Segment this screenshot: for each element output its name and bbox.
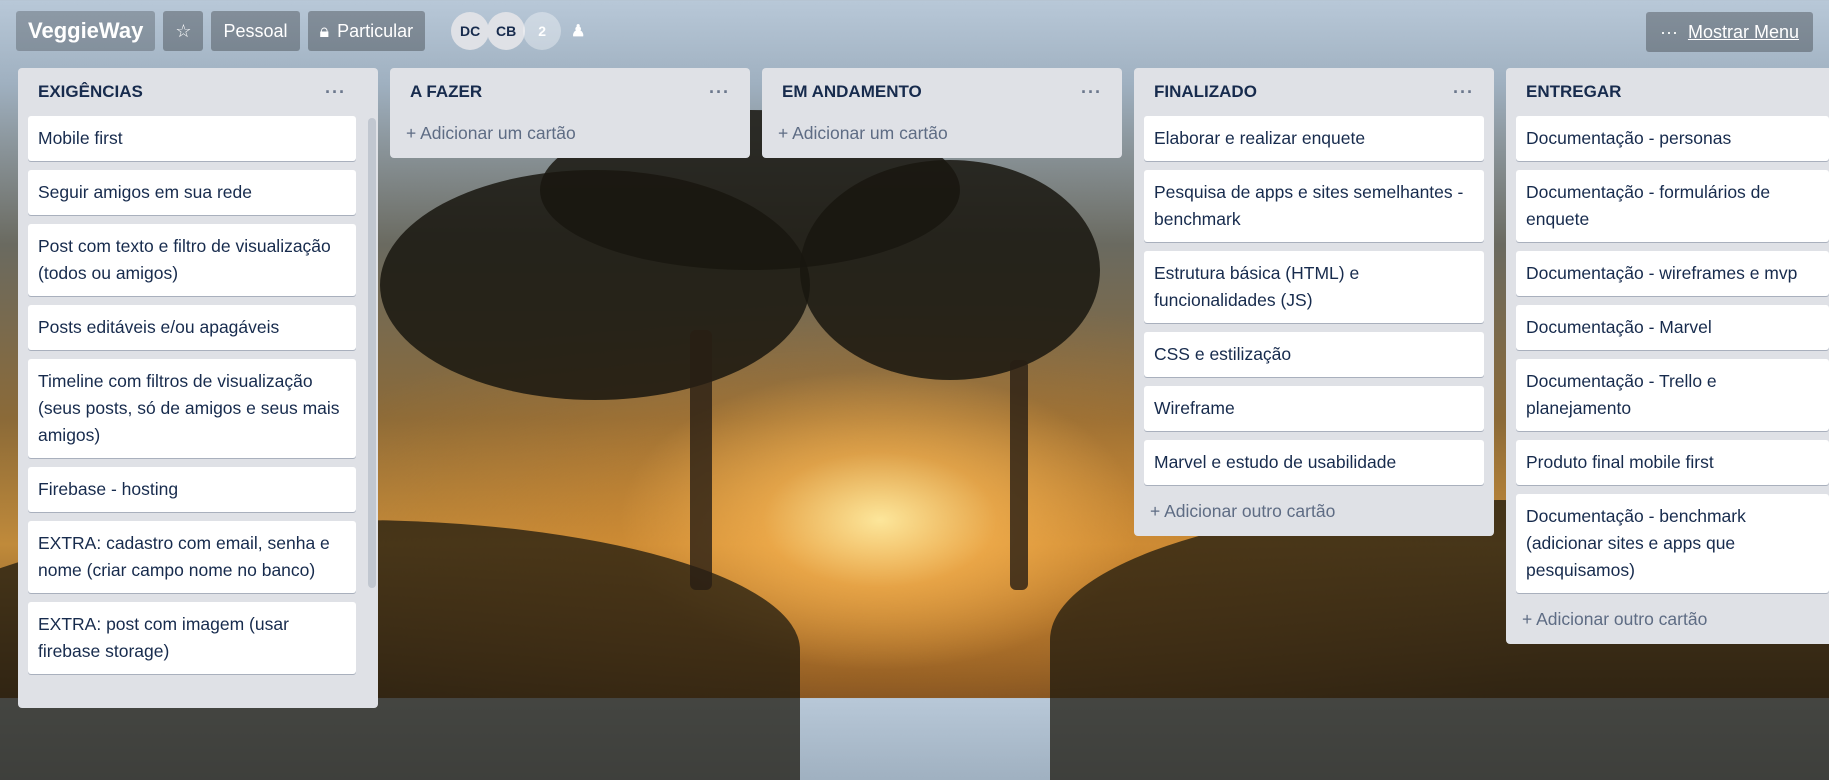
- add-member-icon[interactable]: ♟: [559, 12, 597, 50]
- star-button[interactable]: ☆: [163, 11, 204, 51]
- list-em-andamento: EM ANDAMENTO ··· + Adicionar um cartão: [762, 68, 1122, 158]
- list-title[interactable]: EXIGÊNCIAS: [38, 82, 143, 102]
- visibility-label: Particular: [337, 21, 414, 41]
- card[interactable]: Documentação - formulários de enquete: [1516, 170, 1829, 242]
- list-menu-icon[interactable]: ···: [1453, 82, 1474, 103]
- card[interactable]: Post com texto e filtro de visualização …: [28, 224, 356, 296]
- add-card-button[interactable]: + Adicionar um cartão: [400, 116, 740, 150]
- card[interactable]: Seguir amigos em sua rede: [28, 170, 356, 215]
- list-a-fazer: A FAZER ··· + Adicionar um cartão: [390, 68, 750, 158]
- list-menu-icon[interactable]: ···: [325, 82, 346, 103]
- show-menu-label: Mostrar Menu: [1687, 22, 1799, 42]
- card[interactable]: Wireframe: [1144, 386, 1484, 431]
- member-avatars: DC CB 2 ♟: [451, 12, 595, 50]
- avatar[interactable]: CB: [487, 12, 526, 50]
- list-exigencias: EXIGÊNCIAS ··· Mobile first Seguir amigo…: [18, 68, 378, 708]
- list-title[interactable]: A FAZER: [410, 82, 482, 102]
- list-menu-icon[interactable]: ···: [1081, 82, 1102, 103]
- board-title[interactable]: VeggieWay: [16, 11, 156, 51]
- show-menu-button[interactable]: ··· Mostrar Menu: [1645, 12, 1813, 52]
- team-button[interactable]: Pessoal: [211, 11, 300, 51]
- list-title[interactable]: FINALIZADO: [1154, 82, 1257, 102]
- list-menu-icon[interactable]: ···: [709, 82, 730, 103]
- avatar[interactable]: DC: [451, 12, 490, 50]
- list-entregar: ENTREGAR Documentação - personas Documen…: [1506, 68, 1829, 644]
- member-count-badge[interactable]: 2: [523, 12, 562, 50]
- card[interactable]: Marvel e estudo de usabilidade: [1144, 440, 1484, 485]
- card[interactable]: Elaborar e realizar enquete: [1144, 116, 1484, 161]
- card[interactable]: Documentação - benchmark (adicionar site…: [1516, 494, 1829, 593]
- board-header: VeggieWay ☆ Pessoal 🔒︎ Particular DC CB …: [0, 0, 1829, 62]
- card[interactable]: CSS e estilização: [1144, 332, 1484, 377]
- card[interactable]: Documentação - Marvel: [1516, 305, 1829, 350]
- lock-icon: 🔒︎: [319, 21, 330, 41]
- list-title[interactable]: ENTREGAR: [1526, 82, 1621, 102]
- card[interactable]: Pesquisa de apps e sites semelhantes - b…: [1144, 170, 1484, 242]
- list-finalizado: FINALIZADO ··· Elaborar e realizar enque…: [1134, 68, 1494, 536]
- visibility-button[interactable]: 🔒︎ Particular: [307, 11, 426, 51]
- card[interactable]: Posts editáveis e/ou apagáveis: [28, 305, 356, 350]
- add-card-button[interactable]: + Adicionar outro cartão: [1516, 602, 1829, 636]
- add-card-button[interactable]: + Adicionar um cartão: [772, 116, 1112, 150]
- card[interactable]: Mobile first: [28, 116, 356, 161]
- card[interactable]: Produto final mobile first: [1516, 440, 1829, 485]
- card[interactable]: Timeline com filtros de visualização (se…: [28, 359, 356, 458]
- star-icon: ☆: [175, 21, 192, 41]
- menu-dots-icon: ···: [1659, 22, 1678, 42]
- card[interactable]: Estrutura básica (HTML) e funcionalidade…: [1144, 251, 1484, 323]
- card[interactable]: Documentação - Trello e planejamento: [1516, 359, 1829, 431]
- list-title[interactable]: EM ANDAMENTO: [782, 82, 922, 102]
- card[interactable]: EXTRA: cadastro com email, senha e nome …: [28, 521, 356, 593]
- list-scrollbar[interactable]: [368, 118, 376, 588]
- card[interactable]: Documentação - personas: [1516, 116, 1829, 161]
- card[interactable]: EXTRA: post com imagem (usar firebase st…: [28, 602, 356, 674]
- card[interactable]: Documentação - wireframes e mvp: [1516, 251, 1829, 296]
- add-card-button[interactable]: + Adicionar outro cartão: [1144, 494, 1484, 528]
- card[interactable]: Firebase - hosting: [28, 467, 356, 512]
